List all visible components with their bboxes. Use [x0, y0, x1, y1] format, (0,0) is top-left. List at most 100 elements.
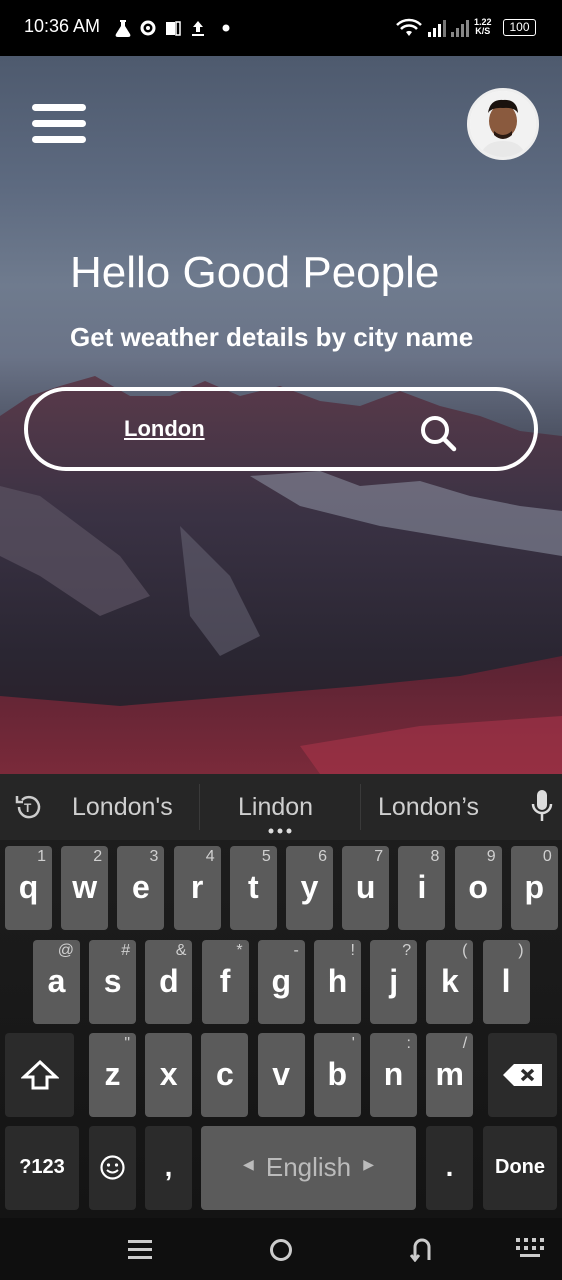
key-label: f — [219, 963, 231, 999]
key-j[interactable]: ? j — [370, 940, 418, 1024]
translate-icon[interactable]: T — [14, 792, 44, 822]
key-hint: 0 — [542, 848, 552, 865]
key-label: Done — [495, 1156, 545, 1178]
network-speed: 1.22 K/S — [474, 17, 492, 36]
page-title: Hello Good People — [70, 248, 440, 297]
key-label: l — [501, 963, 511, 999]
period-key[interactable]: . — [426, 1126, 473, 1210]
gear-icon — [140, 20, 156, 36]
key-y[interactable]: 6y — [286, 846, 333, 930]
done-key[interactable]: Done — [483, 1126, 557, 1210]
app-icon — [166, 21, 181, 36]
key-label: a — [47, 963, 66, 999]
suggestion-2[interactable]: Lindon — [238, 793, 313, 822]
key-label: k — [440, 963, 459, 999]
key-i[interactable]: 8i — [398, 846, 446, 930]
key-w[interactable]: 2w — [61, 846, 109, 930]
key-hint: 3 — [149, 848, 159, 865]
key-u[interactable]: 7u — [342, 846, 390, 930]
comma-key[interactable]: , — [145, 1126, 192, 1210]
key-o[interactable]: 9o — [454, 846, 502, 930]
key-hint: " — [124, 1035, 130, 1052]
key-n[interactable]: :n — [370, 1033, 417, 1117]
status-bar: 10:36 AM 1.22 K/S 100 — [0, 0, 562, 56]
battery-indicator: 100 — [503, 19, 536, 36]
upload-icon — [192, 21, 204, 36]
language-label: English — [265, 1152, 352, 1182]
backspace-key[interactable] — [488, 1033, 557, 1117]
avatar-photo — [470, 91, 536, 157]
user-avatar[interactable] — [467, 88, 539, 160]
home-icon[interactable] — [269, 1238, 293, 1262]
suggestion-1[interactable]: London's — [72, 793, 173, 822]
signal-icon-2 — [451, 20, 469, 37]
key-d[interactable]: & d — [145, 940, 193, 1024]
key-label: g — [271, 963, 292, 999]
key-e[interactable]: 3e — [117, 846, 165, 930]
key-r[interactable]: 4r — [173, 846, 221, 930]
svg-text:T: T — [24, 801, 32, 815]
flask-icon — [115, 20, 131, 37]
symbols-key[interactable]: ?123 — [5, 1126, 79, 1210]
backspace-icon — [503, 1064, 542, 1086]
key-label: y — [300, 869, 319, 905]
dot-icon — [222, 24, 230, 32]
more-dots-icon[interactable] — [268, 828, 294, 834]
hamburger-menu-icon[interactable] — [32, 104, 86, 144]
signal-icon — [428, 20, 446, 37]
key-h[interactable]: ! h — [314, 940, 361, 1024]
emoji-icon — [100, 1155, 125, 1180]
key-hint: ) — [518, 942, 524, 959]
city-search-bar — [24, 387, 538, 471]
key-label: s — [103, 963, 122, 999]
emoji-key[interactable] — [89, 1126, 136, 1210]
key-label: r — [190, 869, 204, 905]
key-z[interactable]: " z — [89, 1033, 136, 1117]
key-hint: ? — [402, 942, 412, 959]
key-label: m — [435, 1056, 464, 1092]
key-p[interactable]: 0p — [510, 846, 558, 930]
key-label: n — [383, 1056, 404, 1092]
search-icon[interactable] — [418, 413, 458, 453]
status-time: 10:36 AM — [24, 16, 101, 36]
key-s[interactable]: # s — [89, 940, 137, 1024]
key-k[interactable]: (k — [426, 940, 474, 1024]
key-c[interactable]: c — [201, 1033, 249, 1117]
recent-apps-icon[interactable] — [128, 1238, 152, 1260]
keyboard-switch-icon[interactable] — [516, 1236, 544, 1260]
space-key[interactable]: ◀ English ▶ — [201, 1126, 416, 1210]
page-subtitle: Get weather details by city name — [70, 322, 474, 352]
key-a[interactable]: @ a — [33, 940, 80, 1024]
key-hint: 6 — [318, 848, 327, 865]
key-label: j — [389, 963, 399, 999]
city-search-input[interactable] — [124, 411, 404, 447]
key-t[interactable]: 5t — [229, 846, 277, 930]
key-hint: 8 — [430, 848, 440, 865]
key-b[interactable]: ' b — [313, 1033, 361, 1117]
key-label: x — [159, 1056, 178, 1092]
key-q[interactable]: 1q — [5, 846, 52, 930]
key-hint: ( — [462, 942, 468, 959]
microphone-icon[interactable] — [530, 788, 554, 824]
key-hint: 9 — [486, 848, 496, 865]
key-hint: 5 — [261, 848, 271, 865]
suggestion-3[interactable]: London’s — [378, 793, 479, 822]
key-label: z — [104, 1056, 121, 1092]
key-hint: 7 — [374, 848, 384, 865]
key-hint: & — [175, 942, 187, 959]
key-label: v — [272, 1056, 290, 1092]
key-l[interactable]: ) l — [482, 940, 530, 1024]
shift-key[interactable] — [5, 1033, 74, 1117]
key-label: . — [445, 1151, 454, 1182]
wifi-icon — [396, 18, 422, 36]
divider — [199, 784, 200, 830]
key-v[interactable]: v — [257, 1033, 305, 1117]
key-g[interactable]: -g — [257, 940, 305, 1024]
key-m[interactable]: / m — [426, 1033, 474, 1117]
key-label: t — [247, 869, 259, 905]
key-label: ?123 — [19, 1156, 65, 1178]
back-icon[interactable] — [410, 1236, 434, 1262]
shift-icon — [21, 1059, 59, 1090]
key-f[interactable]: * f — [201, 940, 249, 1024]
key-x[interactable]: x — [145, 1033, 193, 1117]
